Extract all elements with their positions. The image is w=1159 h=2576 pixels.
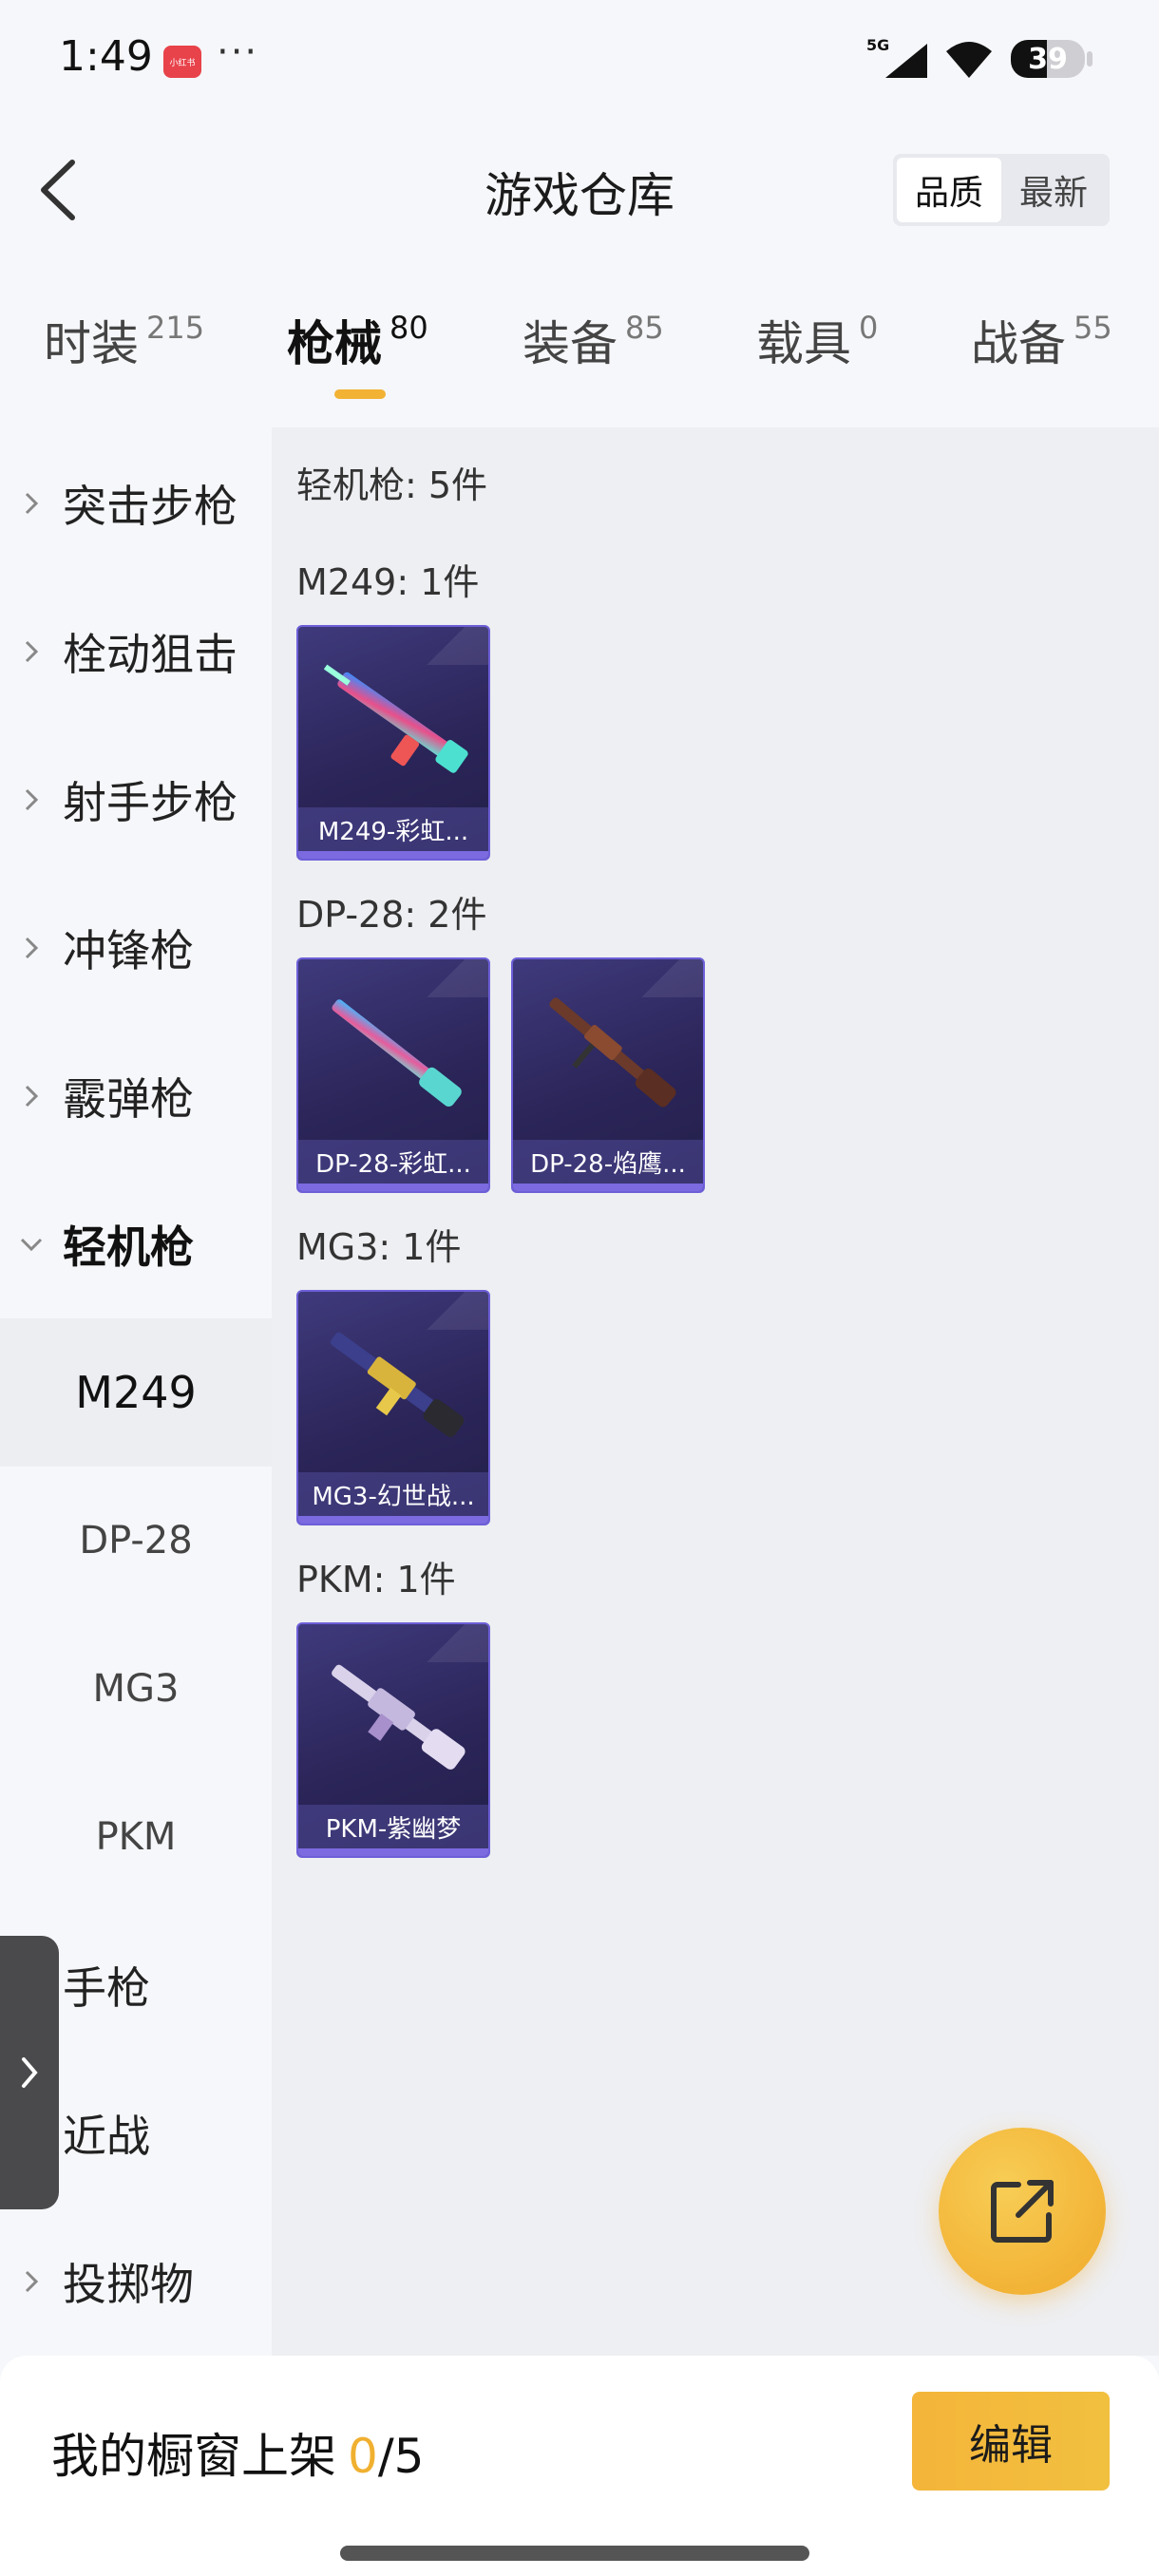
- chevron-right-icon: [25, 788, 39, 811]
- sidebar-item-assault-rifle[interactable]: 突击步枪: [0, 429, 272, 578]
- tab-count: 215: [146, 310, 205, 346]
- tab-count: 0: [859, 310, 879, 346]
- tab-label: 时装: [44, 316, 139, 371]
- active-tab-indicator: [334, 389, 386, 399]
- showcase-total-count: /5: [377, 2429, 425, 2484]
- sidebar-sub-m249[interactable]: M249: [0, 1318, 272, 1467]
- tab-label: 枪械: [287, 316, 382, 371]
- rifle-skin-icon: [332, 999, 462, 1107]
- sidebar-item-label: 霰弹枪: [63, 1073, 194, 1125]
- group-title-m249: M249: 1件: [296, 561, 480, 603]
- tab-label: 装备: [522, 316, 618, 371]
- tab-vehicles[interactable]: 载具 0: [756, 306, 878, 374]
- tab-count: 55: [1074, 310, 1112, 346]
- status-time: 1:49: [59, 32, 153, 81]
- rifle-skin-icon: [332, 1664, 466, 1770]
- more-notifications-icon: ···: [217, 30, 259, 74]
- battery-level: 39: [1028, 42, 1068, 76]
- group-title-dp28: DP-28: 2件: [296, 894, 487, 936]
- item-card-mg3-fantasy[interactable]: MG3-幻世战...: [296, 1290, 490, 1525]
- tab-fashion[interactable]: 时装 215: [44, 306, 204, 374]
- item-name: DP-28-焰鹰...: [513, 1140, 703, 1184]
- chevron-right-icon: [25, 640, 39, 663]
- sidebar-sub-dp28[interactable]: DP-28: [0, 1467, 272, 1615]
- sidebar-item-label: 近战: [63, 2111, 150, 2162]
- rifle-skin-icon: [323, 664, 468, 773]
- sidebar-item-label: 冲锋枪: [63, 925, 194, 976]
- sidebar-item-label: 栓动狙击: [63, 629, 238, 680]
- sidebar-item-marksman-rifle[interactable]: 射手步枪: [0, 726, 272, 874]
- sort-quality-button[interactable]: 品质: [897, 158, 1001, 222]
- group-title-mg3: MG3: 1件: [296, 1226, 462, 1268]
- tab-equipment[interactable]: 装备 85: [522, 306, 664, 374]
- rifle-skin-icon: [549, 997, 676, 1108]
- sort-newest-button[interactable]: 最新: [1001, 158, 1106, 222]
- category-tabs: 时装 215 枪械 80 装备 85 载具 0 战备 55: [0, 306, 1159, 410]
- share-external-icon: [991, 2180, 1054, 2243]
- item-card-dp28-rainbow[interactable]: DP-28-彩虹...: [296, 957, 490, 1193]
- cellular-signal-icon: [885, 44, 927, 78]
- item-name: MG3-幻世战...: [298, 1472, 488, 1516]
- sidebar-item-label: 射手步枪: [63, 777, 238, 828]
- status-bar: 1:49 小红书 ··· 5G 39: [0, 0, 1159, 114]
- tab-count: 80: [390, 310, 428, 346]
- item-name: PKM-紫幽梦: [298, 1805, 488, 1848]
- sidebar-item-throwable[interactable]: 投掷物: [0, 2207, 272, 2356]
- sidebar-item-label: 轻机枪: [63, 1222, 194, 1273]
- battery-tip: [1087, 51, 1092, 66]
- tab-label: 战备: [971, 316, 1066, 371]
- bottom-bar: 我的橱窗上架 0 /5 编辑: [0, 2356, 1159, 2576]
- chevron-right-icon: [25, 937, 39, 959]
- side-drawer-handle[interactable]: [0, 1936, 59, 2209]
- xiaohongshu-app-icon: 小红书: [163, 46, 201, 78]
- group-title-pkm: PKM: 1件: [296, 1559, 456, 1601]
- chevron-right-icon: [25, 2270, 39, 2293]
- rifle-skin-icon: [330, 1332, 465, 1437]
- chevron-right-icon: [25, 492, 39, 515]
- home-indicator[interactable]: [340, 2546, 809, 2561]
- sidebar-item-label: 投掷物: [63, 2259, 194, 2310]
- item-name: DP-28-彩虹...: [298, 1140, 488, 1184]
- showcase-label: 我的橱窗上架: [51, 2429, 336, 2484]
- share-button[interactable]: [939, 2128, 1106, 2295]
- item-card-dp28-flame-eagle[interactable]: DP-28-焰鹰...: [511, 957, 705, 1193]
- sidebar-item-lmg[interactable]: 轻机枪: [0, 1170, 272, 1318]
- item-card-pkm-purple-dream[interactable]: PKM-紫幽梦: [296, 1622, 490, 1858]
- tab-firearms[interactable]: 枪械 80: [287, 306, 428, 374]
- sidebar-item-smg[interactable]: 冲锋枪: [0, 874, 272, 1022]
- sidebar-item-label: 突击步枪: [63, 481, 238, 532]
- sidebar-sub-pkm[interactable]: PKM: [0, 1763, 272, 1911]
- sidebar-item-shotgun[interactable]: 霰弹枪: [0, 1022, 272, 1170]
- battery-icon: 39: [1011, 40, 1085, 78]
- item-name: M249-彩虹...: [298, 807, 488, 851]
- category-count-title: 轻机枪: 5件: [296, 464, 488, 506]
- chevron-down-icon: [20, 1238, 43, 1252]
- tab-count: 85: [625, 310, 664, 346]
- item-card-m249-rainbow[interactable]: M249-彩虹...: [296, 625, 490, 861]
- chevron-right-icon: [22, 2057, 38, 2088]
- tab-label: 载具: [756, 316, 851, 371]
- item-grid-panel: 轻机枪: 5件 M249: 1件 M249-彩虹... DP-28: 2件 DP…: [272, 427, 1159, 2356]
- sort-toggle: 品质 最新: [893, 154, 1110, 226]
- wifi-icon: [946, 42, 992, 78]
- sidebar-sub-mg3[interactable]: MG3: [0, 1615, 272, 1763]
- tab-tactical-gear[interactable]: 战备 55: [971, 306, 1112, 374]
- showcase-status: 我的橱窗上架 0 /5: [51, 2418, 424, 2487]
- sidebar-item-bolt-sniper[interactable]: 栓动狙击: [0, 578, 272, 726]
- chevron-right-icon: [25, 1085, 39, 1108]
- edit-button[interactable]: 编辑: [912, 2392, 1110, 2491]
- showcase-current-count: 0: [348, 2429, 378, 2484]
- sidebar-item-label: 手枪: [63, 1962, 150, 2014]
